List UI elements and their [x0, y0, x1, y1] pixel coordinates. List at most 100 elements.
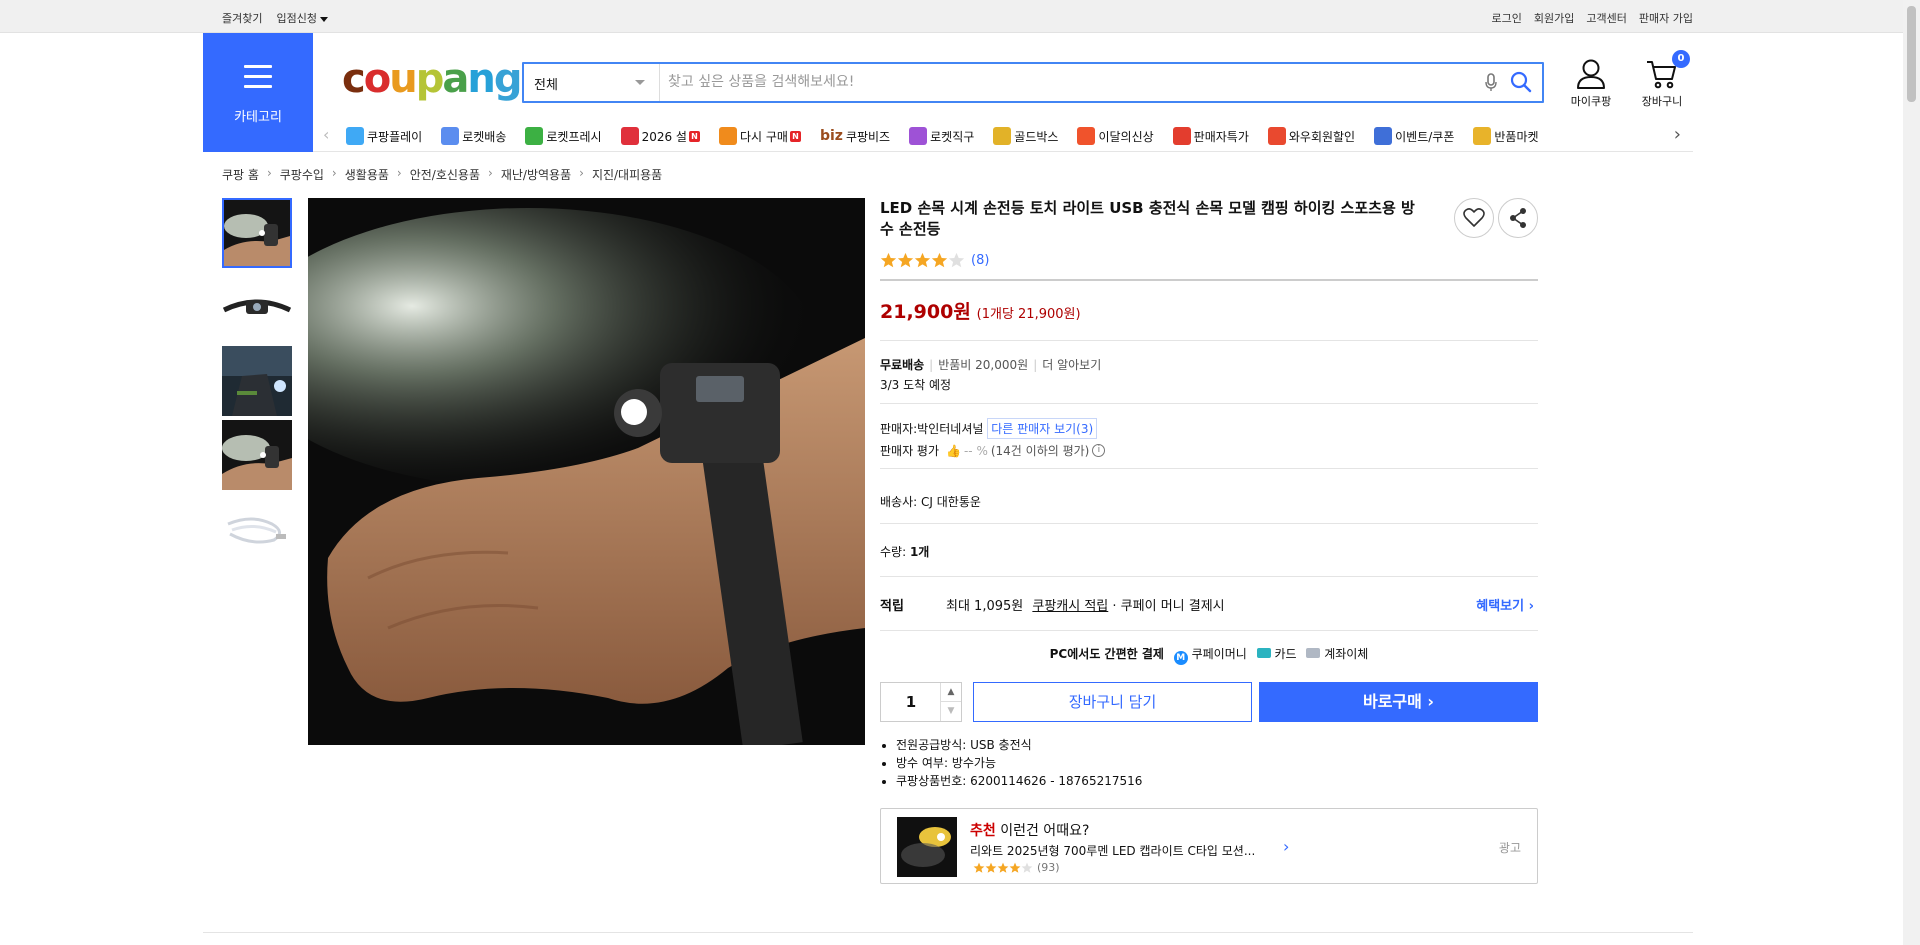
- share-button[interactable]: [1498, 198, 1538, 238]
- info-icon[interactable]: i: [1092, 444, 1106, 457]
- review-count[interactable]: (8): [971, 253, 989, 268]
- thumbnail-1[interactable]: [222, 198, 292, 268]
- quick-menu-item[interactable]: 로켓배송: [441, 127, 506, 145]
- divider: [880, 523, 1538, 524]
- logo-letter: p: [415, 56, 445, 102]
- thumbnail-3[interactable]: [222, 346, 292, 416]
- cart-count-badge: 0: [1672, 50, 1690, 68]
- seller-apply-link[interactable]: 입점신청: [276, 10, 328, 26]
- cart-button[interactable]: 0 장바구니: [1632, 50, 1692, 109]
- logo-letter: a: [442, 56, 469, 102]
- search-icon[interactable]: [1510, 71, 1532, 96]
- logo-letter: o: [363, 56, 392, 102]
- breadcrumb-item[interactable]: 재난/방역용품: [501, 166, 571, 183]
- seller-rating-label: 판매자 평가: [880, 444, 940, 458]
- star-filled-icon: [914, 252, 931, 268]
- logo-letter: u: [389, 56, 418, 102]
- cart-label: 장바구니: [1641, 95, 1683, 108]
- quick-menu-item[interactable]: 이벤트/쿠폰: [1374, 127, 1454, 145]
- seller-signup-link[interactable]: 판매자 가입: [1639, 10, 1693, 26]
- category-button[interactable]: 카테고리: [203, 33, 313, 152]
- quick-menu-item[interactable]: 로켓직구: [909, 127, 974, 145]
- thumbnail-2[interactable]: [222, 272, 292, 342]
- heart-icon: [1463, 208, 1485, 227]
- quick-menu-items: 쿠팡플레이 로켓배송 로켓프레시 2026 설 N 다시 구매 N biz 쿠팡비즈 로켓직구 골드…: [346, 127, 1558, 145]
- reward-row: 적립 최대 1,095원 쿠팡캐시 적립 · 쿠페이 머니 결제시 혜택보기 ›: [880, 595, 1538, 614]
- quick-menu-label: 로켓직구: [930, 129, 975, 144]
- thumbnail-4[interactable]: [222, 420, 292, 490]
- chevron-left-icon[interactable]: ‹: [323, 125, 329, 144]
- search-input[interactable]: [668, 70, 1468, 94]
- bookmark-link[interactable]: 즐겨찾기: [222, 10, 262, 26]
- quick-menu-item[interactable]: 이달의신상: [1077, 127, 1154, 145]
- quantity-input[interactable]: 1: [881, 693, 941, 711]
- pay-method-card: 카드: [1274, 647, 1297, 661]
- other-sellers-button[interactable]: 다른 판매자 보기(3): [987, 418, 1098, 439]
- quick-menu-label: 와우회원할인: [1288, 129, 1356, 144]
- benefit-link[interactable]: 혜택보기 ›: [1476, 595, 1534, 614]
- divider: [880, 468, 1538, 469]
- breadcrumb-separator-icon: ›: [266, 166, 272, 180]
- shipping-info: 무료배송 | 반품비 20,000원 | 더 알아보기: [880, 358, 1102, 372]
- quantity-down-button[interactable]: ▼: [941, 702, 961, 721]
- quick-menu-item[interactable]: biz 쿠팡비즈: [820, 127, 890, 145]
- price-block: 21,900원 (1개당 21,900원): [880, 297, 1081, 324]
- rocket-icon: [441, 127, 460, 145]
- microphone-icon[interactable]: [1484, 73, 1498, 96]
- breadcrumb-item[interactable]: 쿠팡 홈: [222, 166, 259, 183]
- mycoupang-button[interactable]: 마이쿠팡: [1560, 58, 1622, 109]
- divider: [880, 279, 1538, 281]
- breadcrumb-item[interactable]: 쿠팡수입: [280, 166, 324, 183]
- star-filled-icon: [985, 862, 997, 873]
- gift-icon: [620, 127, 639, 145]
- return-fee: 반품비 20,000원: [938, 358, 1029, 372]
- coupang-logo[interactable]: coupang: [342, 56, 522, 102]
- quick-menu-item[interactable]: 골드박스: [993, 127, 1058, 145]
- shipping-more-link[interactable]: 더 알아보기: [1042, 358, 1101, 372]
- scrollbar-thumb[interactable]: [1907, 6, 1916, 102]
- search-bar: 전체: [522, 62, 1544, 103]
- breadcrumb-item[interactable]: 안전/호신용품: [410, 166, 480, 183]
- quantity-up-button[interactable]: ▲: [941, 683, 961, 702]
- product-rating[interactable]: (8): [880, 252, 989, 269]
- buy-now-button[interactable]: 바로구매 ›: [1259, 682, 1538, 722]
- product-title: LED 손목 시계 손전등 토치 라이트 USB 충전식 손목 모델 캠핑 하이…: [880, 199, 1415, 238]
- quick-menu-item[interactable]: 판매자특가: [1172, 127, 1249, 145]
- quick-menu-item[interactable]: 다시 구매 N: [718, 127, 801, 145]
- chevron-right-icon[interactable]: ›: [1674, 124, 1681, 145]
- sale-price: 21,900원: [880, 301, 971, 323]
- recommendation-card[interactable]: 추천 이런건 어때요? 리와트 2025년형 700루멘 LED 캡라이트 C타…: [880, 808, 1538, 884]
- quick-menu-item[interactable]: 로켓프레시: [525, 127, 602, 145]
- scrollbar[interactable]: [1903, 0, 1920, 945]
- signup-link[interactable]: 회원가입: [1534, 10, 1574, 26]
- thumbs-up-icon: 👍: [946, 443, 961, 458]
- card-icon: [1256, 648, 1271, 658]
- quick-menu-item[interactable]: 반품마켓: [1473, 127, 1539, 145]
- ad-label: 광고: [1498, 841, 1521, 855]
- benefit-label: 혜택보기: [1476, 599, 1525, 614]
- divider: [880, 630, 1538, 631]
- search-scope-select[interactable]: 전체: [524, 64, 660, 101]
- quick-menu-item[interactable]: 와우회원할인: [1267, 127, 1356, 145]
- wishlist-button[interactable]: [1454, 198, 1494, 238]
- coupang-cash-link[interactable]: 쿠팡캐시 적립: [1032, 599, 1108, 614]
- thumbnail-5[interactable]: [222, 494, 292, 564]
- mycoupang-label: 마이쿠팡: [1570, 95, 1612, 108]
- breadcrumb-item[interactable]: 지진/대피용품: [592, 166, 662, 183]
- login-link[interactable]: 로그인: [1492, 10, 1522, 26]
- add-to-cart-button[interactable]: 장바구니 담기: [973, 682, 1252, 722]
- customer-center-link[interactable]: 고객센터: [1586, 10, 1626, 26]
- carrier-row: 배송사: CJ 대한통운: [880, 493, 981, 510]
- top-utility-bar: 즐겨찾기 입점신청 로그인 회원가입 고객센터 판매자 가입: [0, 0, 1920, 33]
- share-icon: [1510, 208, 1526, 228]
- quantity-label: 수량:: [880, 545, 907, 559]
- chevron-right-icon[interactable]: ›: [1283, 837, 1289, 856]
- product-main-image[interactable]: [308, 198, 865, 745]
- spec-list: 전원공급방식: USB 충전식 방수 여부: 방수가능 쿠팡상품번호: 6200…: [880, 736, 1142, 790]
- quantity-stepper: 1 ▲ ▼: [880, 682, 962, 722]
- unit-price: (1개당 21,900원): [976, 307, 1081, 322]
- quick-menu-item[interactable]: 쿠팡플레이: [346, 127, 422, 145]
- quick-menu-item[interactable]: 2026 설N: [620, 127, 700, 145]
- breadcrumb-item[interactable]: 생활용품: [345, 166, 389, 183]
- quick-menu-label: 판매자특가: [1193, 129, 1249, 144]
